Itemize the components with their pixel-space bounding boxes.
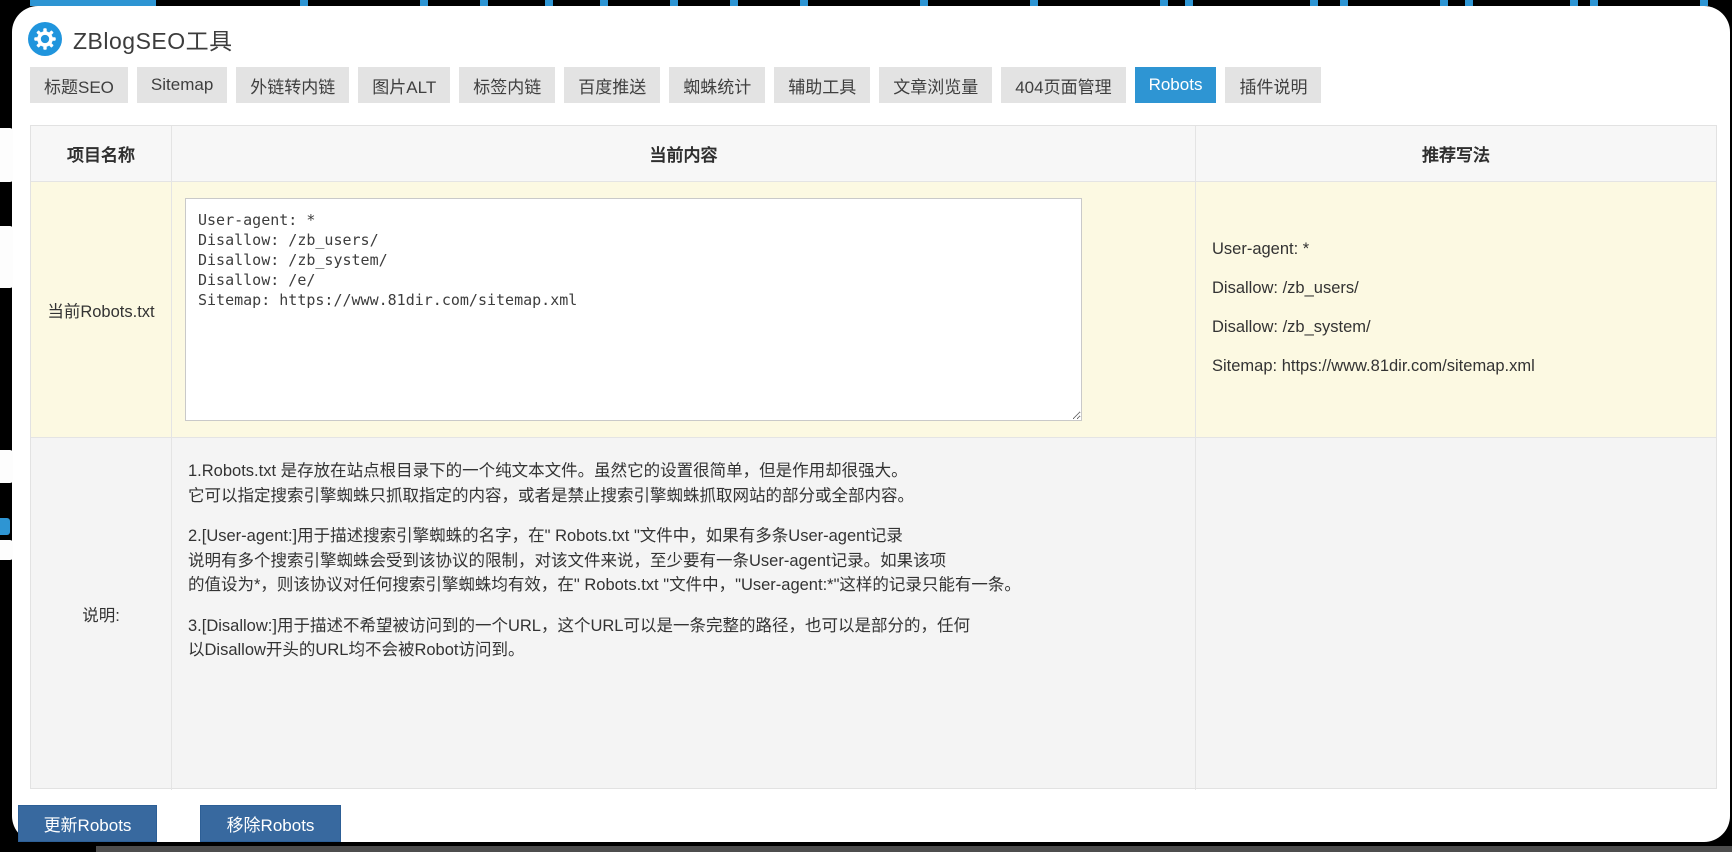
recommended-line: User-agent: *	[1212, 240, 1310, 258]
current-content-cell: User-agent: * Disallow: /zb_users/ Disal…	[172, 182, 1196, 438]
left-edge-artifact	[0, 540, 13, 560]
update-robots-button[interactable]: 更新Robots	[18, 805, 157, 842]
recommended-content-cell: User-agent: * Disallow: /zb_users/ Disal…	[1196, 182, 1716, 438]
empty-cell	[1196, 438, 1716, 790]
page-header: ZBlogSEO工具	[28, 22, 233, 56]
description-paragraph: 2.[User-agent:]用于描述搜索引擎蜘蛛的名字，在" Robots.t…	[188, 527, 1021, 594]
tab-title-seo[interactable]: 标题SEO	[30, 67, 128, 103]
left-edge-artifact-blue	[0, 518, 10, 535]
tab-external-to-internal[interactable]: 外链转内链	[236, 67, 350, 103]
recommended-line: Sitemap: https://www.81dir.com/sitemap.x…	[1212, 357, 1535, 375]
column-header-recommended: 推荐写法	[1196, 126, 1716, 182]
gear-icon	[28, 22, 62, 56]
tab-spider-stats[interactable]: 蜘蛛统计	[669, 67, 766, 103]
recommended-line: Disallow: /zb_users/	[1212, 279, 1359, 297]
tab-article-views[interactable]: 文章浏览量	[879, 67, 993, 103]
column-header-current-content: 当前内容	[172, 126, 1196, 182]
tab-sitemap[interactable]: Sitemap	[136, 67, 228, 103]
recommended-line: Disallow: /zb_system/	[1212, 318, 1371, 336]
tab-robots[interactable]: Robots	[1134, 67, 1217, 103]
tab-404-manage[interactable]: 404页面管理	[1001, 67, 1126, 103]
tab-baidu-push[interactable]: 百度推送	[564, 67, 661, 103]
robots-table: 项目名称 当前内容 推荐写法 当前Robots.txt User-agent: …	[30, 125, 1717, 790]
tab-auxiliary-tools[interactable]: 辅助工具	[774, 67, 871, 103]
row-label-description: 说明:	[31, 438, 172, 790]
left-edge-artifact	[0, 226, 13, 288]
left-edge-artifact	[0, 128, 13, 182]
tab-tag-internal-link[interactable]: 标签内链	[459, 67, 556, 103]
tab-bar: 标题SEO Sitemap 外链转内链 图片ALT 标签内链 百度推送 蜘蛛统计…	[30, 67, 1322, 103]
description-cell: 1.Robots.txt 是存放在站点根目录下的一个纯文本文件。虽然它的设置很简…	[172, 438, 1196, 790]
tab-plugin-info[interactable]: 插件说明	[1225, 67, 1322, 103]
page-title: ZBlogSEO工具	[73, 28, 233, 54]
robots-textarea[interactable]: User-agent: * Disallow: /zb_users/ Disal…	[185, 198, 1082, 421]
left-edge-artifact	[0, 450, 13, 483]
column-header-item-name: 项目名称	[31, 126, 172, 182]
remove-robots-button[interactable]: 移除Robots	[200, 805, 341, 842]
description-paragraph: 3.[Disallow:]用于描述不希望被访问到的一个URL，这个URL可以是一…	[188, 616, 970, 660]
row-label-current-robots: 当前Robots.txt	[31, 182, 172, 438]
tab-image-alt[interactable]: 图片ALT	[358, 67, 451, 103]
description-paragraph: 1.Robots.txt 是存放在站点根目录下的一个纯文本文件。虽然它的设置很简…	[188, 462, 914, 505]
